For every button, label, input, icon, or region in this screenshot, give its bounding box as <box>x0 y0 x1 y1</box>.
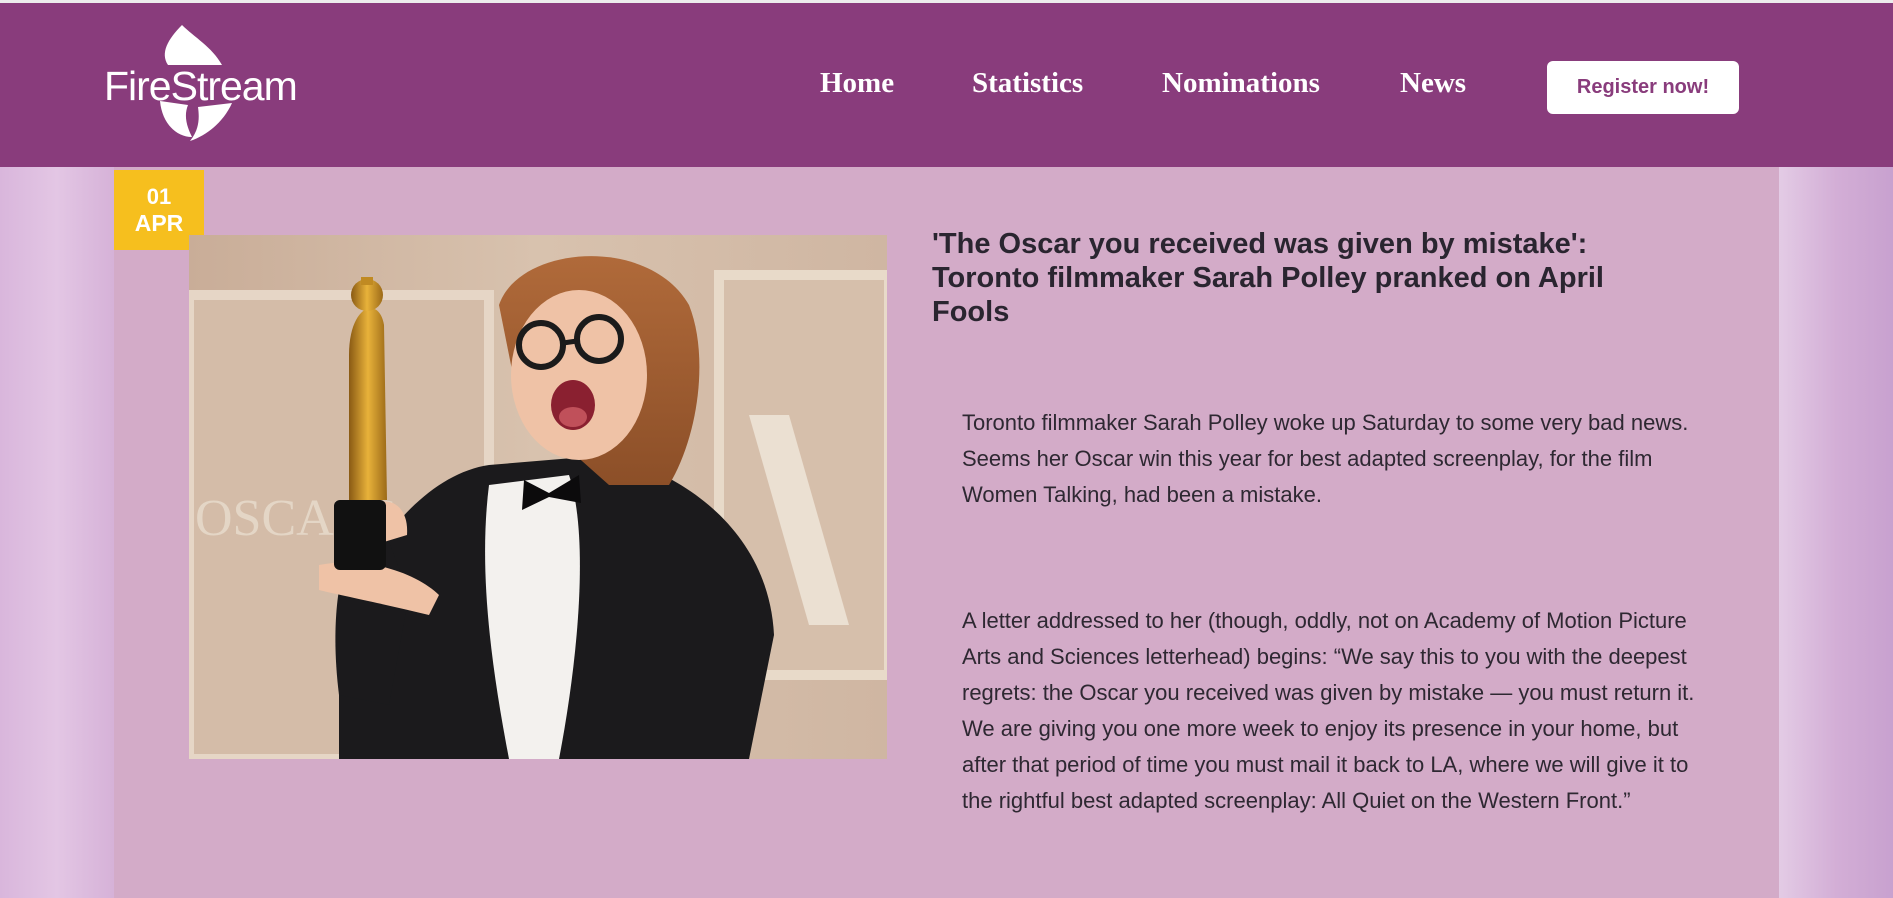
date-month: APR <box>134 210 184 236</box>
nav-nominations[interactable]: Nominations <box>1162 67 1320 100</box>
nav-home[interactable]: Home <box>820 67 894 100</box>
nav-news[interactable]: News <box>1400 67 1466 100</box>
article-photo: OSCARS <box>189 235 887 759</box>
brand-name: FireStream <box>104 63 298 109</box>
site-logo[interactable]: FireStream <box>104 25 298 143</box>
date-day: 01 <box>146 184 172 209</box>
site-header: FireStream Home Statistics Nominations N… <box>0 3 1893 167</box>
nav-statistics[interactable]: Statistics <box>972 67 1083 100</box>
register-button[interactable]: Register now! <box>1547 61 1739 114</box>
article-paragraph-2: A letter addressed to her (though, oddly… <box>962 608 1695 813</box>
article-paragraph-1: Toronto filmmaker Sarah Polley woke up S… <box>962 410 1689 507</box>
article-title[interactable]: 'The Oscar you received was given by mis… <box>932 227 1652 329</box>
